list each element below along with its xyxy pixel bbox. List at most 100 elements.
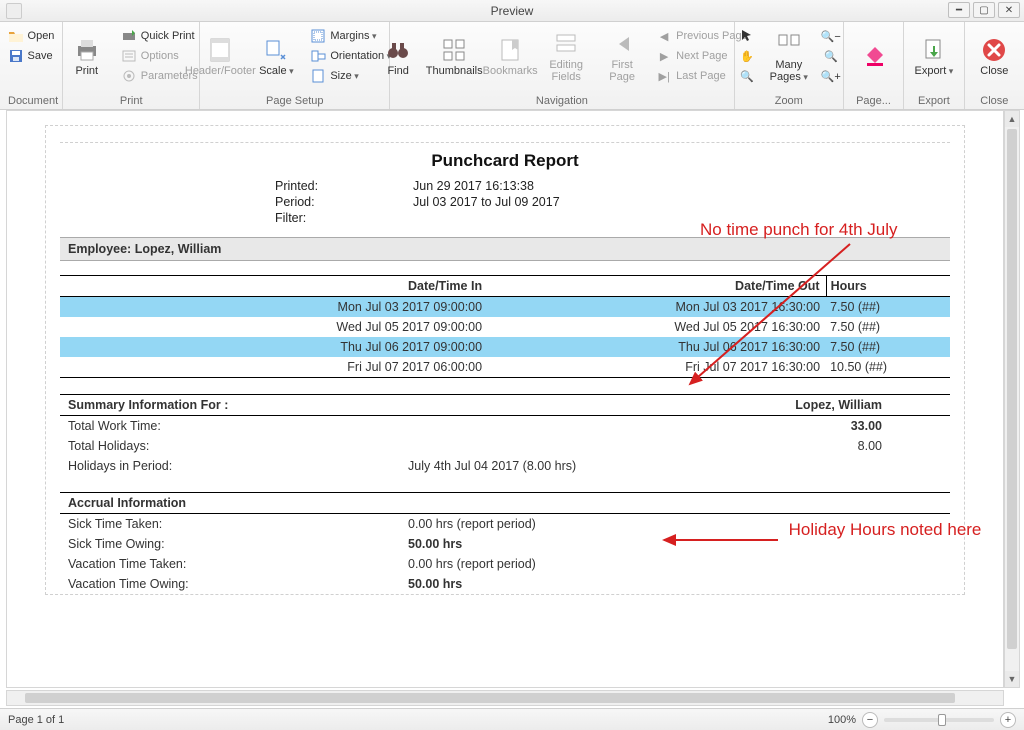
hscroll-thumb[interactable]	[25, 693, 955, 703]
scroll-down-icon[interactable]: ▼	[1005, 671, 1019, 687]
printed-value: Jun 29 2017 16:13:38	[375, 179, 755, 193]
zoom-controls: 100% − +	[828, 712, 1016, 728]
many-pages-label: Many Pages	[766, 59, 812, 83]
scroll-up-icon[interactable]: ▲	[1005, 111, 1019, 127]
prev-icon: ◀	[656, 28, 672, 44]
header-footer-button[interactable]: Header/Footer	[195, 26, 245, 88]
print-button[interactable]: Print	[62, 26, 112, 88]
page-color-button[interactable]	[849, 26, 899, 88]
vertical-scrollbar[interactable]: ▲ ▼	[1004, 110, 1020, 688]
close-window-button[interactable]: ✕	[998, 2, 1020, 18]
window-title: Preview	[0, 4, 1024, 18]
work-value: 33.00	[408, 419, 942, 433]
folder-open-icon	[8, 28, 24, 44]
ribbon-group-zoom: ✋ 🔍 Many Pages 🔍− 🔍 🔍+ Zoom	[735, 22, 844, 109]
export-button[interactable]: Export	[909, 26, 959, 88]
horizontal-scrollbar[interactable]	[6, 690, 1004, 706]
magnifier-tool-button[interactable]: 🔍	[736, 66, 758, 86]
holidays-label: Total Holidays:	[68, 439, 408, 453]
report-page: Punchcard Report Printed:Jun 29 2017 16:…	[45, 125, 965, 595]
zoom-out-status-button[interactable]: −	[862, 712, 878, 728]
editing-fields-label: Editing Fields	[543, 59, 589, 83]
scale-icon	[263, 37, 289, 63]
options-button[interactable]: Options	[118, 46, 201, 66]
sto-value: 50.00 hrs	[408, 537, 708, 551]
zoom-in-button[interactable]: 🔍+	[820, 66, 842, 86]
open-button[interactable]: Open	[5, 26, 58, 46]
minimize-button[interactable]: ━	[948, 2, 970, 18]
group-label-page-bg: Page...	[852, 93, 895, 107]
zoom-slider-thumb[interactable]	[938, 714, 946, 726]
status-page: Page 1 of 1	[8, 714, 64, 726]
save-button[interactable]: Save	[5, 46, 58, 66]
pointer-icon	[739, 28, 755, 44]
paint-bucket-icon	[861, 43, 887, 69]
quick-print-button[interactable]: Quick Print	[118, 26, 201, 46]
preview-viewport[interactable]: Punchcard Report Printed:Jun 29 2017 16:…	[6, 110, 1004, 688]
group-label-document: Document	[8, 93, 54, 107]
zoom-in-status-button[interactable]: +	[1000, 712, 1016, 728]
ribbon-group-close: Close Close	[965, 22, 1024, 109]
period-value: Jul 03 2017 to Jul 09 2017	[375, 195, 755, 209]
summary-head-name: Lopez, William	[795, 398, 942, 412]
cell-hours: 7.50 (##)	[826, 317, 950, 337]
cell-hours: 7.50 (##)	[826, 297, 950, 318]
hand-icon: ✋	[739, 48, 755, 64]
cell-out: Thu Jul 06 2017 16:30:00	[488, 337, 826, 357]
scale-button[interactable]: Scale	[251, 26, 301, 88]
zoom-out-icon: 🔍−	[823, 28, 839, 44]
group-label-page-setup: Page Setup	[208, 93, 381, 107]
report-title: Punchcard Report	[60, 151, 950, 171]
cell-in: Mon Jul 03 2017 09:00:00	[60, 297, 488, 318]
close-preview-button[interactable]: Close	[969, 26, 1019, 88]
next-page-label: Next Page	[676, 50, 727, 62]
col-out: Date/Time Out	[488, 276, 826, 297]
margins-label: Margins	[330, 30, 376, 42]
cell-out: Fri Jul 07 2017 16:30:00	[488, 357, 826, 378]
cell-in: Thu Jul 06 2017 09:00:00	[60, 337, 488, 357]
export-label: Export	[914, 65, 953, 77]
quick-print-label: Quick Print	[141, 30, 195, 42]
first-page-button[interactable]: First Page	[597, 26, 647, 88]
group-label-print: Print	[71, 93, 192, 107]
table-row: Mon Jul 03 2017 09:00:00Mon Jul 03 2017 …	[60, 297, 950, 318]
pointer-tool-button[interactable]	[736, 26, 758, 46]
parameters-icon	[121, 68, 137, 84]
thumbnails-icon	[441, 37, 467, 63]
hand-tool-button[interactable]: ✋	[736, 46, 758, 66]
table-row: Wed Jul 05 2017 09:00:00Wed Jul 05 2017 …	[60, 317, 950, 337]
cell-out: Mon Jul 03 2017 16:30:00	[488, 297, 826, 318]
next-icon: ▶	[656, 48, 672, 64]
hip-value: July 4th Jul 04 2017 (8.00 hrs)	[408, 459, 708, 473]
printer-icon	[74, 37, 100, 63]
vscroll-thumb[interactable]	[1007, 129, 1017, 649]
header-footer-label: Header/Footer	[185, 65, 256, 77]
vtt-value: 0.00 hrs (report period)	[408, 557, 708, 571]
employee-label: Employee:	[68, 242, 131, 256]
period-label: Period:	[255, 195, 375, 209]
thumbnails-button[interactable]: Thumbnails	[429, 26, 479, 88]
group-label-navigation: Navigation	[398, 93, 726, 107]
cell-in: Fri Jul 07 2017 06:00:00	[60, 357, 488, 378]
report-header: Printed:Jun 29 2017 16:13:38 Period:Jul …	[255, 179, 755, 225]
maximize-button[interactable]: ▢	[973, 2, 995, 18]
ribbon-group-navigation: Find Thumbnails Bookmarks Editing Fields	[390, 22, 735, 109]
title-bar: Preview ━ ▢ ✕	[0, 0, 1024, 22]
filter-label: Filter:	[255, 211, 375, 225]
many-pages-button[interactable]: Many Pages	[764, 26, 814, 88]
zoom-out-button[interactable]: 🔍−	[820, 26, 842, 46]
group-label-close: Close	[973, 93, 1016, 107]
editing-fields-button[interactable]: Editing Fields	[541, 26, 591, 88]
accrual-head: Accrual Information	[68, 496, 186, 510]
bookmarks-button[interactable]: Bookmarks	[485, 26, 535, 88]
binoculars-icon	[385, 37, 411, 63]
group-label-zoom: Zoom	[743, 93, 835, 107]
find-button[interactable]: Find	[373, 26, 423, 88]
open-label: Open	[28, 30, 55, 42]
last-page-label: Last Page	[676, 70, 726, 82]
zoom-fit-button[interactable]: 🔍	[820, 46, 842, 66]
options-label: Options	[141, 50, 179, 62]
employee-name: Lopez, William	[135, 242, 222, 256]
zoom-slider[interactable]	[884, 718, 994, 722]
find-label: Find	[387, 65, 408, 77]
